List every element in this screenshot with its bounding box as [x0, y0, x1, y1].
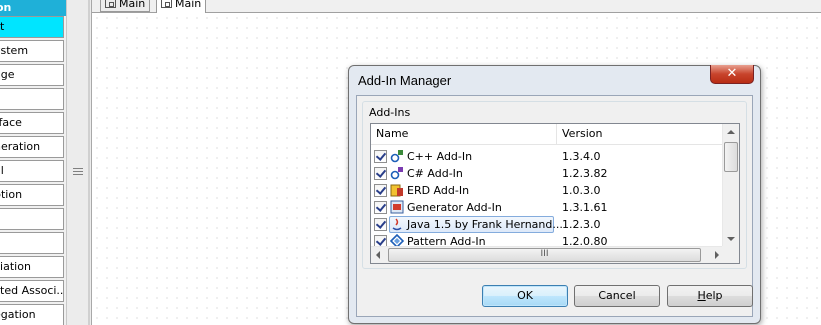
palette-item[interactable] — [0, 232, 64, 254]
addin-name: Java 1.5 by Frank Hernand... — [407, 218, 563, 231]
palette-item-label: al — [0, 164, 4, 177]
list-header: Name Version — [371, 124, 727, 145]
scroll-grip-icon: III — [540, 249, 549, 259]
tab-label: Main — [175, 0, 202, 10]
cpp-addin-icon — [390, 150, 403, 163]
palette-item[interactable]: ciation — [0, 256, 64, 278]
cancel-button-label: Cancel — [598, 289, 636, 302]
csharp-addin-icon — [390, 167, 403, 180]
diagram-icon — [105, 0, 116, 8]
horizontal-scrollbar[interactable]: III — [371, 246, 724, 263]
splitter-divider — [88, 0, 90, 325]
enable-checkbox[interactable] — [374, 184, 387, 197]
palette-panel: on ct ystem age s rface neration al ptio… — [0, 0, 66, 325]
palette-item-label: egation — [0, 308, 36, 321]
list-item[interactable]: ERD Add-In 1.0.3.0 — [371, 182, 727, 199]
ok-button-label: OK — [517, 289, 533, 302]
palette-item[interactable]: ystem — [0, 40, 64, 62]
palette-header-label: on — [0, 1, 12, 14]
palette-item[interactable]: al — [0, 160, 64, 182]
horizontal-scroll-thumb[interactable]: III — [388, 248, 701, 262]
addin-name: Generator Add-In — [407, 201, 502, 214]
palette-item[interactable] — [0, 208, 64, 230]
addin-version: 1.3.1.61 — [562, 201, 608, 214]
addin-version: 1.0.3.0 — [562, 184, 601, 197]
palette-item-label: age — [0, 68, 15, 81]
add-ins-list[interactable]: Name Version C++ Add-In 1.3.4.0 C# Add-I… — [370, 123, 740, 264]
erd-addin-icon — [390, 184, 403, 197]
scroll-up-icon[interactable] — [727, 130, 735, 134]
help-accelerator: H — [697, 289, 706, 302]
enable-checkbox[interactable] — [374, 201, 387, 214]
scroll-down-icon[interactable] — [727, 237, 735, 241]
addin-name: C++ Add-In — [407, 150, 473, 163]
enable-checkbox[interactable] — [374, 150, 387, 163]
column-header-version[interactable]: Version — [557, 124, 727, 144]
palette-item[interactable]: ption — [0, 184, 64, 206]
group-label: Add-Ins — [369, 106, 411, 119]
list-item[interactable]: Generator Add-In 1.3.1.61 — [371, 199, 727, 216]
addin-version: 1.2.3.82 — [562, 167, 608, 180]
enable-checkbox[interactable] — [374, 218, 387, 231]
palette-item[interactable]: ct — [0, 16, 64, 38]
list-item-selected[interactable]: Java 1.5 by Frank Hernand... 1.2.3.0 — [371, 216, 727, 233]
palette-item-label: ciation — [0, 260, 31, 273]
palette-item-label: ystem — [0, 44, 29, 57]
panel-splitter[interactable] — [66, 0, 92, 325]
enable-checkbox[interactable] — [374, 167, 387, 180]
splitter-grip-icon[interactable] — [73, 168, 83, 180]
scroll-right-icon[interactable] — [715, 251, 719, 259]
close-icon: ✕ — [726, 66, 738, 81]
dialog-body: Add-Ins Name Version C++ Add-In 1.3.4.0 … — [356, 95, 753, 317]
addin-version: 1.3.4.0 — [562, 150, 601, 163]
tab-main-2[interactable]: Main — [156, 0, 207, 13]
add-in-manager-dialog: Add-In Manager ✕ Add-Ins Name Version C+… — [348, 65, 761, 324]
column-header-name[interactable]: Name — [371, 124, 557, 144]
palette-item[interactable]: age — [0, 64, 64, 86]
palette-item-label: ption — [0, 188, 23, 201]
help-button[interactable]: Help — [667, 285, 753, 307]
cancel-button[interactable]: Cancel — [574, 285, 660, 307]
list-item[interactable]: C# Add-In 1.2.3.82 — [371, 165, 727, 182]
java-addin-icon — [392, 218, 402, 231]
tab-main-1[interactable]: Main — [100, 0, 151, 12]
ok-button[interactable]: OK — [482, 285, 568, 307]
list-item[interactable]: C++ Add-In 1.3.4.0 — [371, 148, 727, 165]
palette-item[interactable]: rface — [0, 112, 64, 134]
scroll-left-icon[interactable] — [376, 251, 380, 259]
palette-item-label: s — [0, 89, 63, 109]
help-button-label: elp — [705, 289, 723, 302]
vertical-scrollbar[interactable] — [722, 124, 739, 246]
scrollbar-corner — [722, 246, 739, 263]
add-ins-group: Add-Ins Name Version C++ Add-In 1.3.4.0 … — [362, 101, 747, 269]
palette-item[interactable]: s — [0, 88, 64, 110]
palette-item-label: cted Associ... — [0, 284, 64, 297]
dialog-title: Add-In Manager — [358, 73, 452, 88]
palette-item[interactable]: cted Associ... — [0, 280, 64, 302]
vertical-scroll-thumb[interactable] — [724, 142, 738, 172]
diagram-icon — [161, 0, 172, 8]
document-tab-bar: Main Main — [92, 0, 821, 13]
addin-name: ERD Add-In — [407, 184, 470, 197]
close-button[interactable]: ✕ — [710, 65, 754, 84]
addin-version: 1.2.3.0 — [562, 218, 601, 231]
palette-item[interactable]: neration — [0, 136, 64, 158]
generator-addin-icon — [390, 200, 404, 214]
palette-header[interactable]: on — [0, 0, 66, 16]
palette-item-label: ct — [0, 20, 5, 33]
tab-label: Main — [119, 0, 146, 10]
palette-item[interactable]: egation — [0, 304, 64, 325]
palette-item-label: rface — [0, 116, 22, 129]
addin-name: C# Add-In — [407, 167, 463, 180]
palette-item-label: neration — [0, 140, 41, 153]
